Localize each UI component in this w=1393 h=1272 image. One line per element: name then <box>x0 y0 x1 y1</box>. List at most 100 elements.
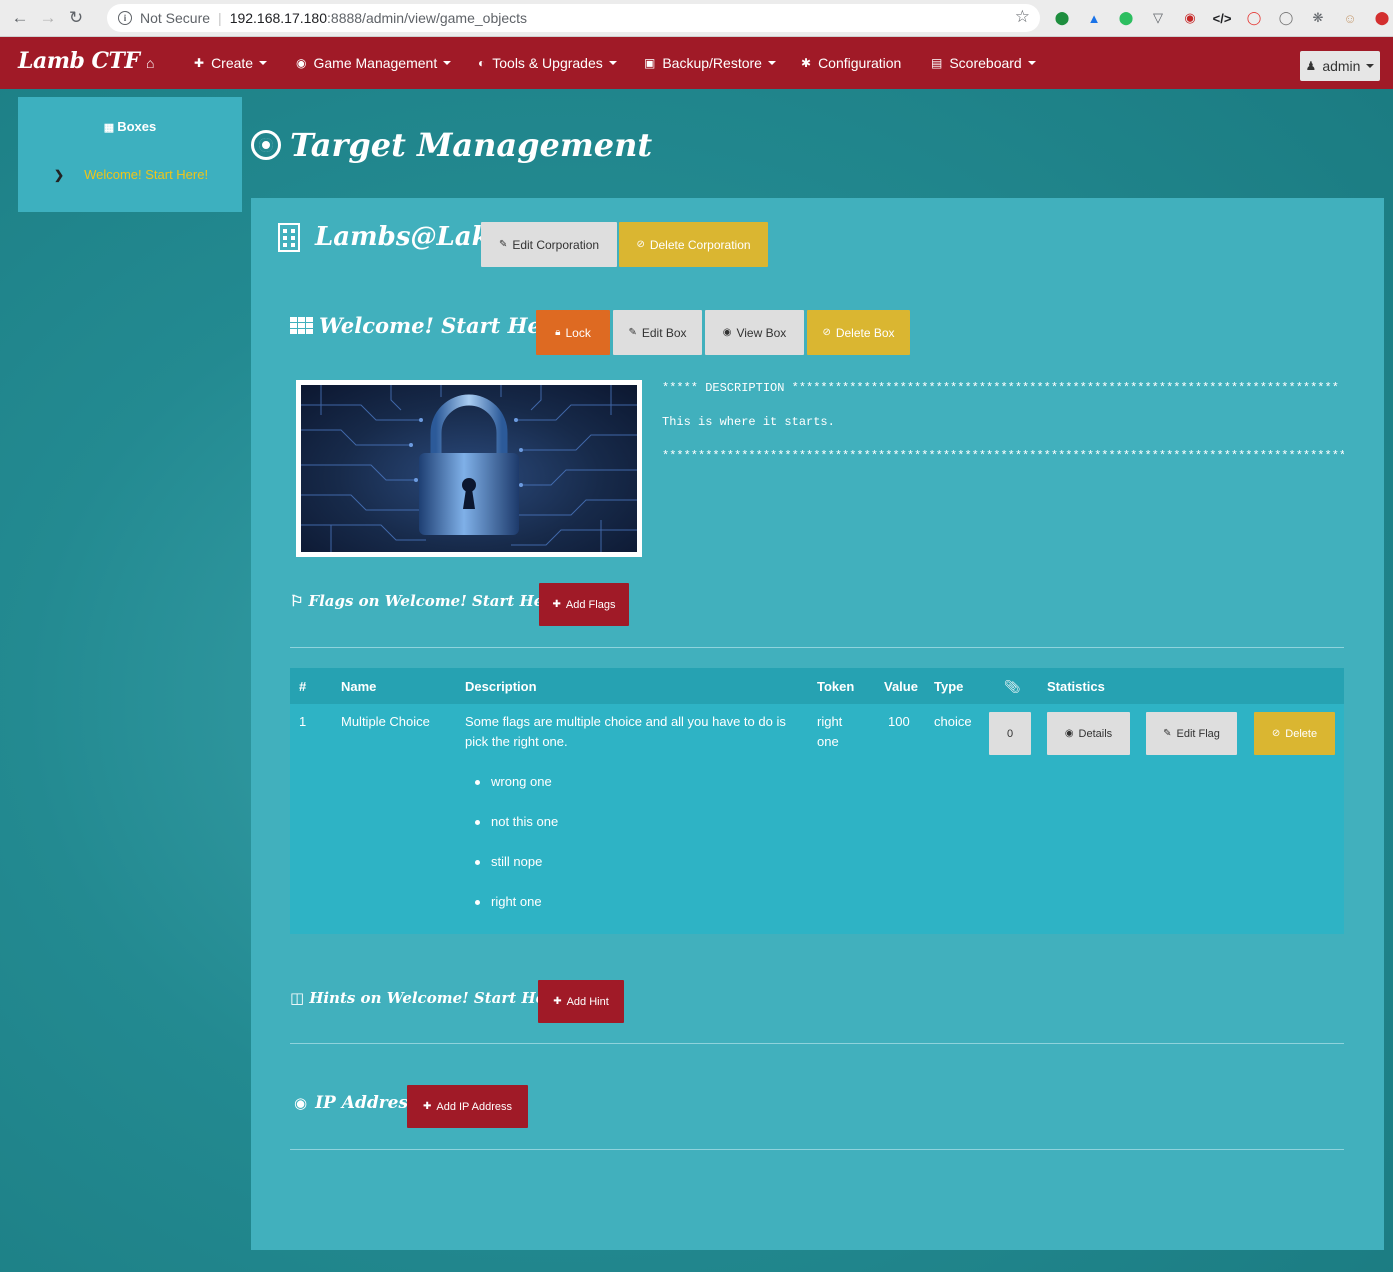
box-image <box>296 380 642 557</box>
flag-value: 100 <box>888 714 910 729</box>
address-bar[interactable]: i Not Secure | 192.168.17.180:8888/admin… <box>107 4 1040 32</box>
col-statistics: Statistics <box>1047 679 1105 694</box>
delete-box-label: Delete Box <box>835 325 895 340</box>
browser-toolbar: ← → ↻ i Not Secure | 192.168.17.180:8888… <box>0 0 1393 37</box>
drive-icon[interactable]: ▲ <box>1085 9 1103 27</box>
ip-section-title: ◉ IP Address <box>294 1093 418 1113</box>
col-type: Type <box>934 679 964 694</box>
delete-box-button[interactable]: ⊘ Delete Box <box>807 310 910 355</box>
sidebar-heading: ▦ Boxes <box>18 119 242 134</box>
corporation-name: Lambs@Lake <box>315 222 507 252</box>
add-ip-address-button[interactable]: ✚ Add IP Address <box>407 1085 528 1128</box>
description-header: ***** DESCRIPTION **********************… <box>662 382 1339 395</box>
nav-tools-upgrades-label: Tools & Upgrades <box>492 55 603 71</box>
chevron-right-icon: ❯ <box>54 167 65 182</box>
col-token: Token <box>817 679 855 694</box>
description-footer: ****************************************… <box>662 449 1344 463</box>
paperclip-icon: 📎︎ <box>1004 679 1021 694</box>
padlock-circuit-image <box>301 385 637 552</box>
medkit-icon: ◫ <box>290 989 305 1007</box>
update-icon[interactable]: ⬤ <box>1373 9 1391 27</box>
edit-corporation-button[interactable]: ✎ Edit Corporation <box>481 222 617 267</box>
sidebar-heading-label: Boxes <box>117 119 157 134</box>
security-label: Not Secure <box>140 10 211 26</box>
hints-section-title: ◫ Hints on Welcome! Start Here! <box>290 989 569 1007</box>
delete-flag-button[interactable]: ⊘ Delete <box>1254 712 1335 755</box>
nav-create-label: Create <box>211 55 254 71</box>
flag-token: right one <box>817 714 843 749</box>
add-flags-button[interactable]: ✚ Add Flags <box>539 583 629 626</box>
delete-corporation-button[interactable]: ⊘ Delete Corporation <box>619 222 768 267</box>
password-icon[interactable]: ◯ <box>1245 9 1263 27</box>
shield-extension-icon[interactable]: ◉ <box>1181 9 1199 27</box>
flags-table: # Name Description Token Value Type 📎︎ S… <box>290 668 1344 934</box>
page-title-text: Target Management <box>290 126 653 164</box>
caret-down-icon <box>1366 64 1375 68</box>
pocket-icon[interactable]: ▽ <box>1149 9 1167 27</box>
col-name: Name <box>341 679 377 694</box>
eye-icon: ◉ <box>296 56 307 70</box>
code-icon[interactable]: </> <box>1213 9 1232 27</box>
evernote-icon[interactable]: ⬤ <box>1117 9 1135 27</box>
avatar[interactable]: ☺ <box>1341 9 1359 27</box>
view-box-label: View Box <box>736 325 787 340</box>
user-menu-button[interactable]: ♟ admin <box>1300 51 1380 81</box>
edit-corporation-label: Edit Corporation <box>512 237 600 252</box>
binoculars-icon: ◐ <box>478 56 486 70</box>
divider <box>290 647 1344 648</box>
pencil-icon: ✎ <box>1163 728 1172 739</box>
puzzle-icon[interactable]: ❋ <box>1309 9 1327 27</box>
sidebar-item-welcome[interactable]: ❯ Welcome! Start Here! <box>54 167 208 182</box>
remove-circle-icon: ⊘ <box>636 239 645 250</box>
nav-scoreboard[interactable]: ▤ Scoreboard <box>931 55 1036 71</box>
edit-flag-label: Edit Flag <box>1176 727 1220 740</box>
add-hint-button[interactable]: ✚ Add Hint <box>538 980 624 1023</box>
nav-backup-restore[interactable]: ▣ Backup/Restore <box>644 55 776 71</box>
lock-label: Lock <box>565 325 591 340</box>
plus-icon: ✚ <box>552 599 561 610</box>
nav-create[interactable]: ✚ Create <box>194 55 268 71</box>
home-icon[interactable]: ⌂ <box>146 55 154 71</box>
col-number: # <box>299 679 307 694</box>
edit-box-button[interactable]: ✎ Edit Box <box>613 310 702 355</box>
nav-game-management[interactable]: ◉ Game Management <box>296 55 452 71</box>
flag-description: Some flags are multiple choice and all y… <box>465 712 805 932</box>
plus-icon: ✚ <box>553 996 562 1007</box>
pencil-icon: ✎ <box>498 239 508 250</box>
bookmark-star-icon[interactable]: ☆ <box>1015 7 1030 27</box>
nav-game-management-label: Game Management <box>313 55 438 71</box>
page-title: Target Management <box>251 126 652 164</box>
add-flags-label: Add Flags <box>565 598 616 611</box>
eye-icon: ◉ <box>722 327 732 338</box>
globe-icon: ◉ <box>294 1094 308 1112</box>
brand-logo[interactable]: Lamb CTF <box>18 48 140 74</box>
forward-arrow-icon[interactable]: → <box>34 4 62 32</box>
details-button[interactable]: ◉ Details <box>1047 712 1130 755</box>
edit-flag-button[interactable]: ✎ Edit Flag <box>1146 712 1237 755</box>
caret-down-icon <box>259 61 268 65</box>
omnibox-separator: | <box>218 10 222 26</box>
view-box-button[interactable]: ◉ View Box <box>705 310 804 355</box>
nav-configuration-label: Configuration <box>818 55 902 71</box>
reload-icon[interactable]: ↻ <box>62 4 90 32</box>
nav-scoreboard-label: Scoreboard <box>949 55 1022 71</box>
flag-icon: ⚐ <box>290 592 304 610</box>
nav-tools-upgrades[interactable]: ◐ Tools & Upgrades <box>478 55 617 71</box>
back-arrow-icon[interactable]: ← <box>6 4 34 32</box>
extension-leaf-icon[interactable]: ⬤ <box>1053 9 1071 27</box>
plus-icon: ✚ <box>422 1101 432 1112</box>
pencil-icon: ✎ <box>628 327 637 338</box>
flag-type: choice <box>934 714 972 729</box>
url-text[interactable]: 192.168.17.180:8888/admin/view/game_obje… <box>230 10 527 26</box>
eye-icon: ◉ <box>1064 728 1074 739</box>
flag-name: Multiple Choice <box>341 714 430 729</box>
info-icon[interactable]: i <box>118 11 132 25</box>
circle-extension-icon[interactable]: ◯ <box>1277 9 1295 27</box>
list-item: not this one <box>475 812 805 852</box>
divider <box>290 1043 1344 1044</box>
lock-box-button[interactable]: 🔒︎ Lock <box>536 310 610 355</box>
description-body: This is where it starts. <box>662 415 835 429</box>
attachments-count-button[interactable]: 0 <box>989 712 1031 755</box>
add-hint-label: Add Hint <box>566 995 609 1008</box>
nav-configuration[interactable]: ✱ Configuration <box>801 55 901 71</box>
